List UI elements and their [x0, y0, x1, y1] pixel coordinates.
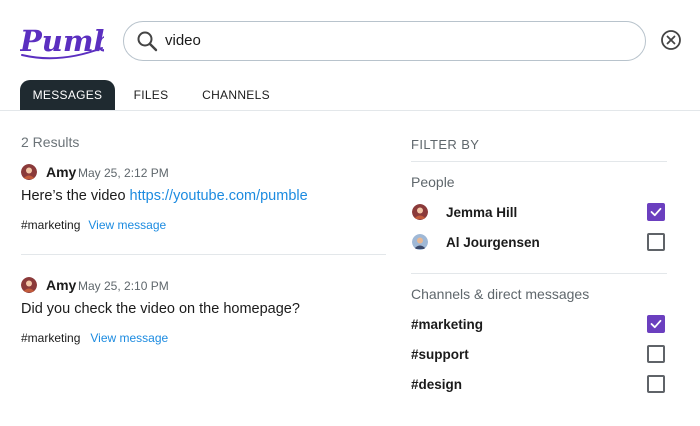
filter-channel-design[interactable]: #design — [411, 375, 667, 395]
tab-files[interactable]: FILES — [124, 80, 178, 110]
message-time: May 25, 2:12 PM — [78, 166, 169, 180]
checkbox-checked[interactable] — [647, 315, 665, 333]
message-meta: #marketing View message — [21, 331, 168, 345]
check-icon — [650, 207, 662, 217]
person-name: Al Jourgensen — [446, 235, 540, 250]
message-channel[interactable]: #marketing — [21, 218, 80, 232]
message-author: Amy — [46, 277, 77, 293]
check-icon — [650, 319, 662, 329]
result-tabs: MESSAGES FILES CHANNELS — [20, 80, 690, 110]
message-time: May 25, 2:10 PM — [78, 279, 169, 293]
filter-person-al-jourgensen[interactable]: Al Jourgensen — [411, 233, 667, 253]
message-text-content: Here’s the video — [21, 188, 130, 204]
filter-person-jemma-hill[interactable]: Jemma Hill — [411, 203, 667, 223]
tab-messages[interactable]: MESSAGES — [20, 80, 115, 110]
filter-channel-marketing[interactable]: #marketing — [411, 315, 667, 335]
channel-name: #support — [411, 347, 469, 362]
checkbox-checked[interactable] — [647, 203, 665, 221]
pumble-logo: Pumble — [20, 24, 104, 60]
avatar — [21, 277, 37, 293]
person-name: Jemma Hill — [446, 205, 518, 220]
message-link[interactable]: https://youtube.com/pumble — [130, 188, 308, 204]
svg-text:Pumble: Pumble — [20, 24, 104, 58]
message-author: Amy — [46, 164, 77, 180]
filter-channel-support[interactable]: #support — [411, 345, 667, 365]
channels-label: Channels & direct messages — [411, 286, 590, 302]
filter-divider — [411, 273, 667, 274]
result-divider — [21, 254, 386, 255]
search-input-value[interactable]: video — [165, 32, 201, 49]
search-field[interactable]: video — [123, 21, 646, 61]
checkbox-unchecked[interactable] — [647, 233, 665, 251]
results-count: 2 Results — [21, 134, 80, 150]
view-message-link[interactable]: View message — [88, 218, 166, 232]
message-meta: #marketing View message — [21, 218, 166, 232]
avatar — [21, 164, 37, 180]
message-text: Did you check the video on the homepage? — [21, 301, 300, 317]
channel-name: #marketing — [411, 317, 484, 332]
people-label: People — [411, 174, 455, 190]
message-result[interactable]: Amy May 25, 2:12 PM Here’s the video htt… — [21, 164, 386, 244]
checkbox-unchecked[interactable] — [647, 345, 665, 363]
clear-search-icon[interactable] — [660, 29, 682, 51]
view-message-link[interactable]: View message — [90, 331, 168, 345]
filter-title: FILTER BY — [411, 137, 480, 152]
avatar — [412, 234, 428, 250]
channel-name: #design — [411, 377, 463, 392]
message-result[interactable]: Amy May 25, 2:10 PM Did you check the vi… — [21, 277, 386, 357]
checkbox-unchecked[interactable] — [647, 375, 665, 393]
search-icon — [137, 31, 158, 52]
message-channel[interactable]: #marketing — [21, 331, 80, 345]
message-text: Here’s the video https://youtube.com/pum… — [21, 188, 308, 204]
avatar — [412, 204, 428, 220]
tab-channels[interactable]: CHANNELS — [197, 80, 275, 110]
filter-divider — [411, 161, 667, 162]
tab-divider — [0, 110, 700, 111]
